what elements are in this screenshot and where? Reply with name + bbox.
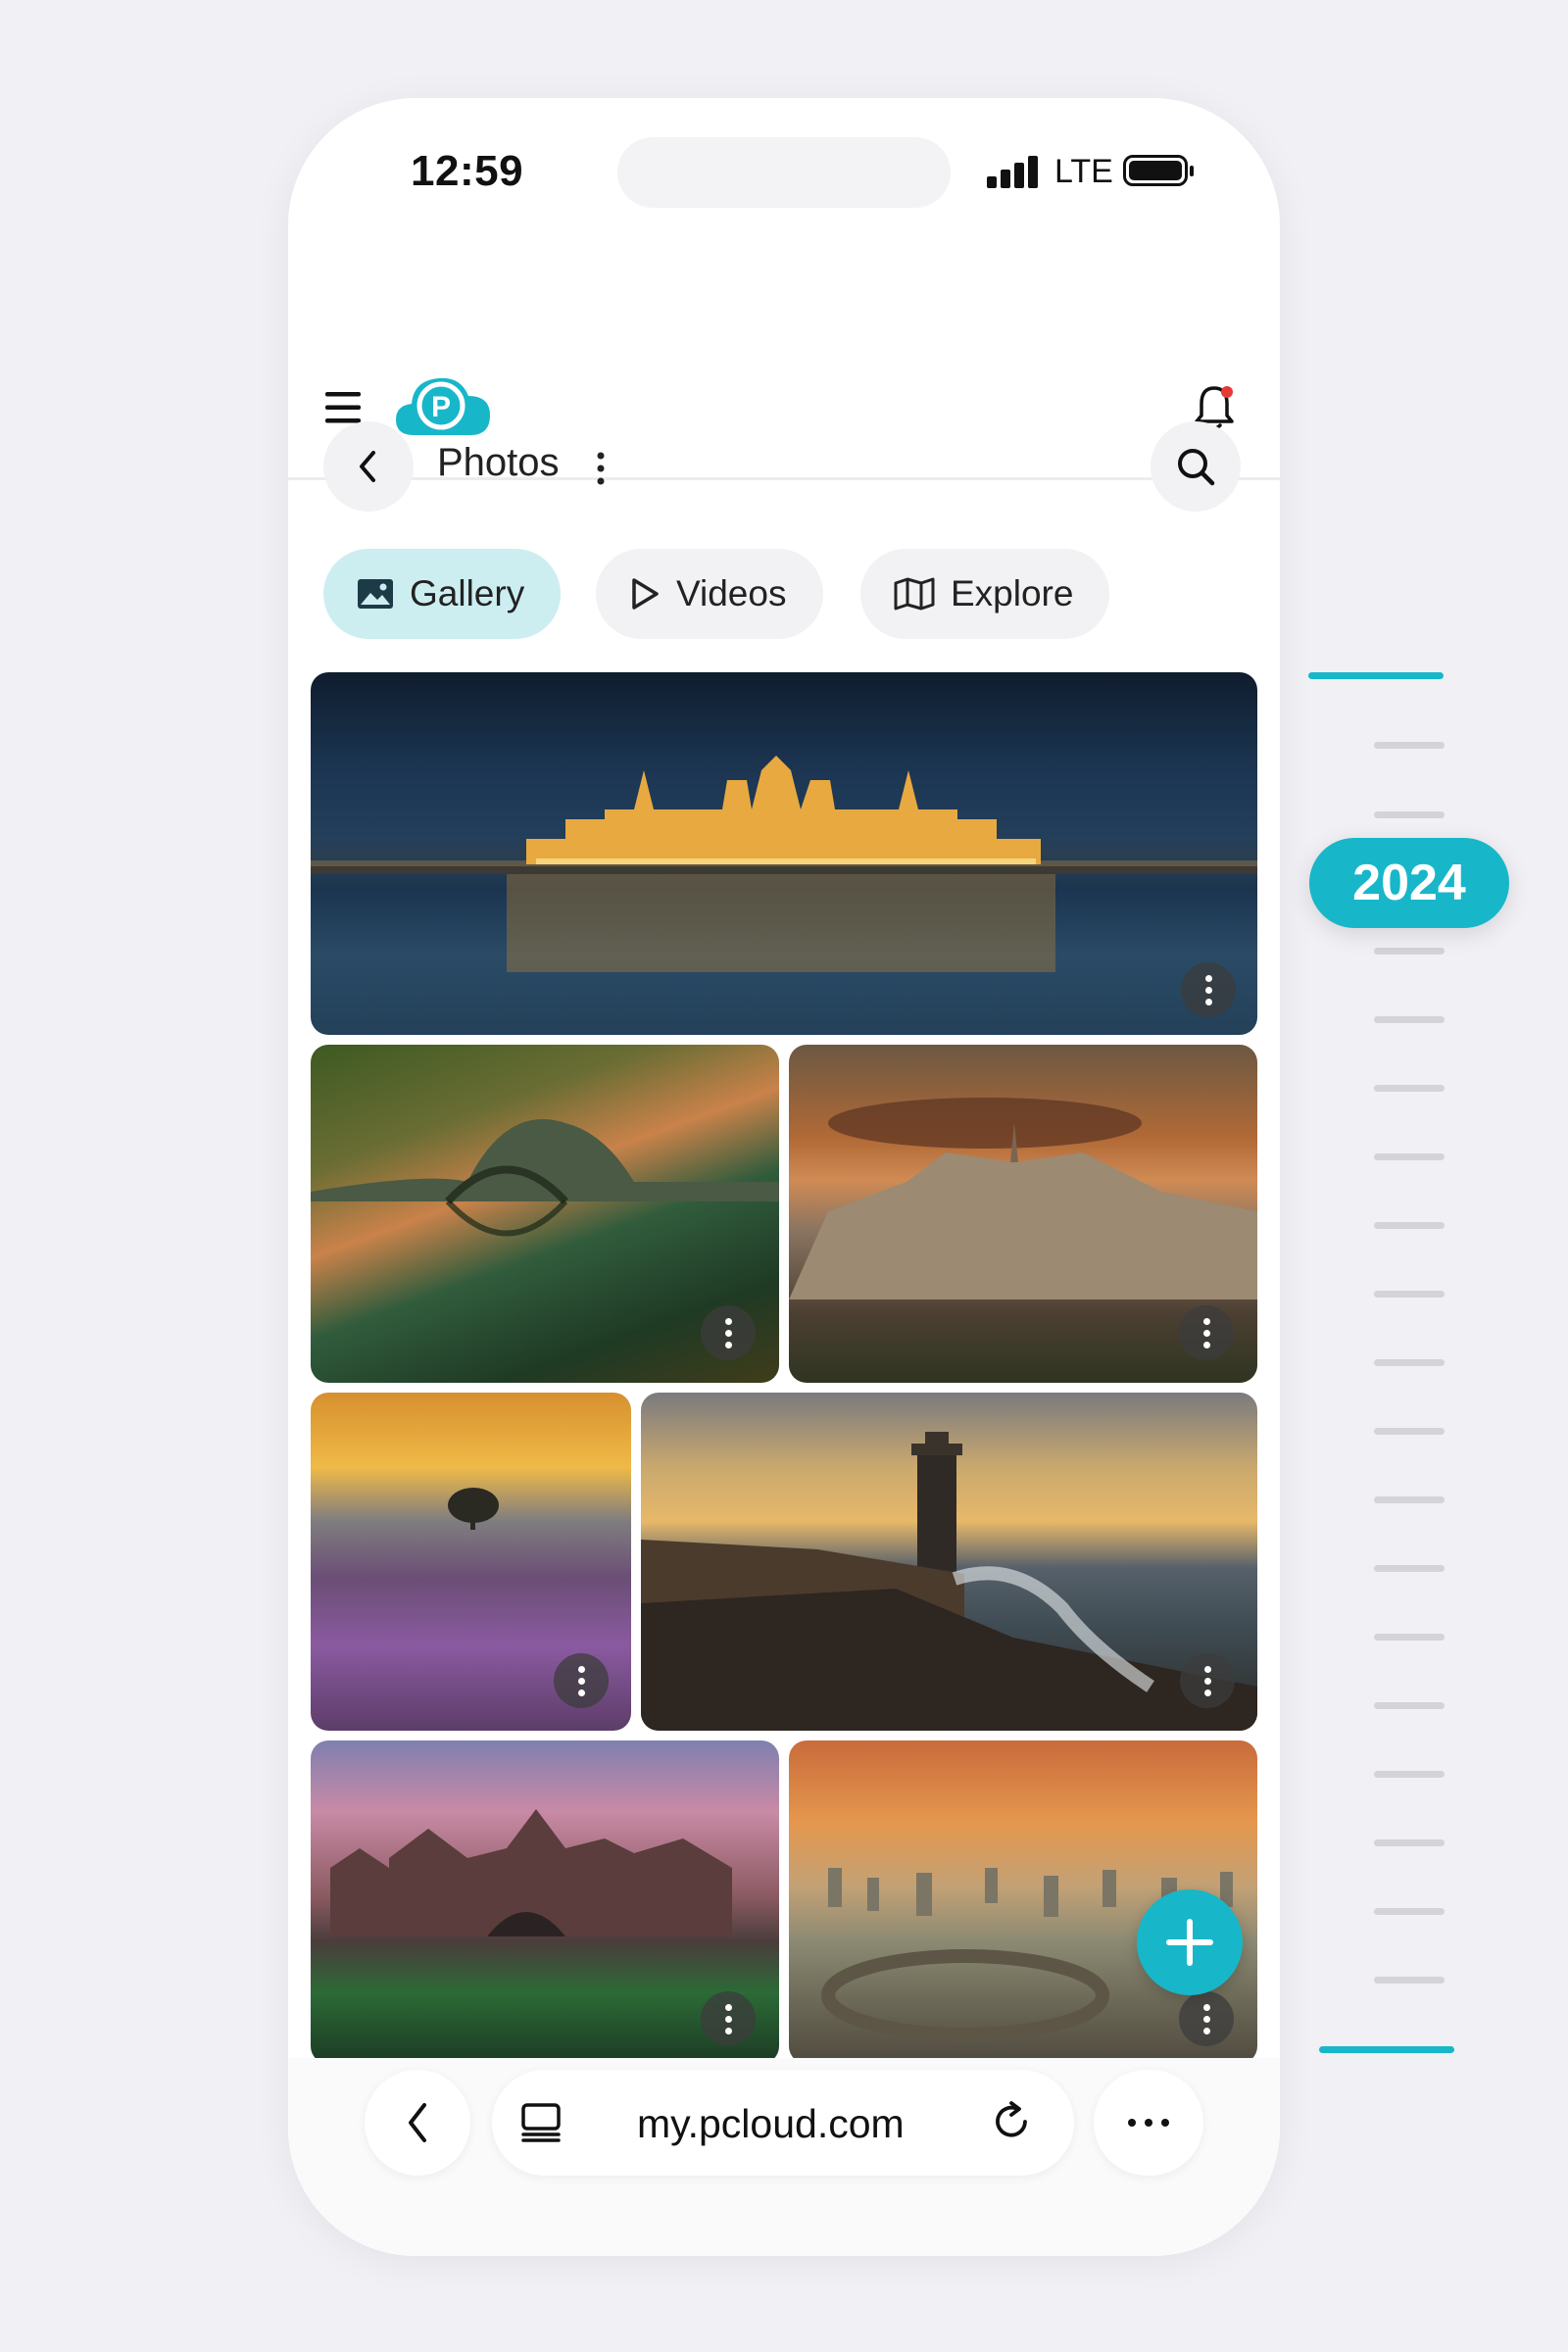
timeline-tick xyxy=(1374,1359,1445,1366)
timeline-tick xyxy=(1374,1634,1445,1641)
signal-icon xyxy=(987,155,1038,188)
photo-options-button[interactable] xyxy=(1179,1991,1234,2046)
chevron-left-icon xyxy=(360,451,375,482)
more-vertical-icon[interactable] xyxy=(594,451,608,486)
image-icon xyxy=(358,579,393,609)
photo-options-button[interactable] xyxy=(1181,962,1236,1017)
timeline-tick xyxy=(1374,1565,1445,1572)
photo-tile[interactable] xyxy=(789,1045,1257,1383)
tab-label: Gallery xyxy=(410,573,525,613)
add-button[interactable] xyxy=(1137,1889,1243,1995)
tab-label: Videos xyxy=(676,573,787,613)
photo-art xyxy=(641,1432,1257,1731)
photo-tile[interactable] xyxy=(311,1045,779,1383)
dynamic-island xyxy=(617,137,951,208)
timeline-tick xyxy=(1374,1222,1445,1229)
play-icon xyxy=(632,578,659,610)
photo-tile[interactable] xyxy=(311,1740,779,2064)
timeline-tick xyxy=(1374,1977,1445,1984)
tabs-icon[interactable] xyxy=(519,2101,563,2144)
search-button[interactable] xyxy=(1151,421,1241,512)
more-horizontal-icon[interactable] xyxy=(1094,2070,1203,2176)
notification-dot xyxy=(1221,386,1233,398)
timeline-tick xyxy=(1308,672,1444,679)
tab-explore[interactable]: Explore xyxy=(860,549,1109,639)
phone-frame: 12:59 LTE P Photos Gallery Videos Explor… xyxy=(288,98,1280,2256)
timeline-tick xyxy=(1374,1428,1445,1435)
timeline-tick xyxy=(1374,1771,1445,1778)
photo-options-button[interactable] xyxy=(1180,1653,1235,1708)
timeline-tick xyxy=(1374,1016,1445,1023)
timeline-tick xyxy=(1374,742,1445,749)
back-button[interactable] xyxy=(323,421,414,512)
timeline-tick xyxy=(1319,2046,1454,2053)
browser-toolbar: my.pcloud.com xyxy=(288,2058,1280,2256)
timeline-tick xyxy=(1374,1839,1445,1846)
status-time: 12:59 xyxy=(411,147,524,195)
photo-options-button[interactable] xyxy=(701,1305,756,1360)
timeline-tick xyxy=(1374,1496,1445,1503)
pcloud-logo[interactable]: P xyxy=(392,370,494,441)
tab-videos[interactable]: Videos xyxy=(596,549,823,639)
address-bar[interactable]: my.pcloud.com xyxy=(492,2070,1074,2176)
reload-icon[interactable] xyxy=(990,2099,1035,2144)
timeline-tick xyxy=(1374,1291,1445,1298)
photo-options-button[interactable] xyxy=(701,1991,756,2046)
battery-icon xyxy=(1123,155,1194,186)
network-label: LTE xyxy=(1054,153,1113,190)
timeline-tick xyxy=(1374,1153,1445,1160)
tab-label: Explore xyxy=(951,573,1074,613)
timeline-tick xyxy=(1374,948,1445,955)
year-indicator[interactable]: 2024 xyxy=(1309,838,1509,928)
search-icon xyxy=(1178,449,1215,486)
map-icon xyxy=(894,577,935,611)
page-title: Photos xyxy=(437,441,560,484)
photo-options-button[interactable] xyxy=(554,1653,609,1708)
tab-gallery[interactable]: Gallery xyxy=(323,549,561,639)
photo-art xyxy=(311,756,1257,972)
url-text: my.pcloud.com xyxy=(637,2101,905,2146)
plus-icon xyxy=(1166,1919,1213,1966)
timeline-tick xyxy=(1374,811,1445,818)
photo-tile[interactable] xyxy=(641,1393,1257,1731)
logo-letter: P xyxy=(431,391,451,423)
timeline-tick xyxy=(1374,1702,1445,1709)
timeline-tick xyxy=(1374,1085,1445,1092)
chevron-left-icon xyxy=(409,2103,426,2142)
browser-back-button[interactable] xyxy=(365,2070,470,2176)
hamburger-menu-icon[interactable] xyxy=(323,388,363,427)
timeline-tick xyxy=(1374,1908,1445,1915)
photo-options-button[interactable] xyxy=(1179,1305,1234,1360)
photo-tile[interactable] xyxy=(311,672,1257,1035)
photo-tile[interactable] xyxy=(311,1393,631,1731)
